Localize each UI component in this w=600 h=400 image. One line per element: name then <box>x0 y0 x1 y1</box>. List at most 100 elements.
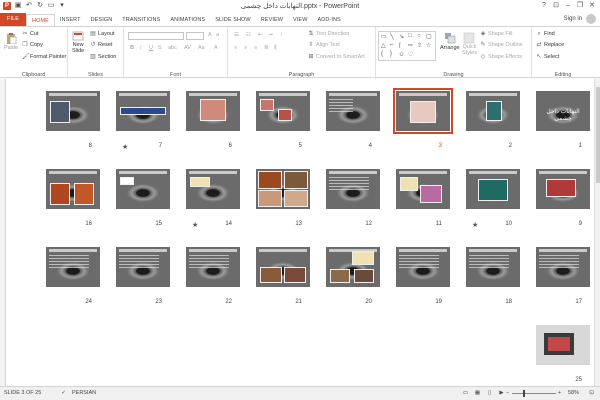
ribbon-display-icon[interactable]: ⊡ <box>550 0 562 11</box>
align-left-icon[interactable]: ≡ <box>234 45 237 51</box>
shape-star2-icon[interactable]: ✩ <box>399 51 404 58</box>
shape-arrow-icon[interactable]: ↘ <box>399 33 404 40</box>
avatar[interactable] <box>586 14 596 24</box>
align-center-icon[interactable]: ≡ <box>244 45 247 51</box>
slide-thumbnail-9[interactable] <box>536 169 590 209</box>
slide-thumbnail-4[interactable] <box>326 91 380 131</box>
slide-thumbnail-21[interactable] <box>256 247 310 287</box>
slide-thumbnail-23[interactable] <box>116 247 170 287</box>
reset-button[interactable]: ↺ Reset <box>90 42 112 48</box>
fit-to-window-icon[interactable]: ⊡ <box>588 390 595 397</box>
tab-insert[interactable]: INSERT <box>55 14 86 26</box>
slideshow-view-icon[interactable]: ▶ <box>498 390 505 397</box>
slide-thumbnail-8[interactable] <box>46 91 100 131</box>
slide-thumbnail-25[interactable] <box>536 325 590 365</box>
shape-bracket2-icon[interactable]: } <box>390 51 392 57</box>
reading-view-icon[interactable]: ▯ <box>486 390 493 397</box>
shape-square-icon[interactable]: ▢ <box>426 33 432 40</box>
justify-icon[interactable]: ≣ <box>264 45 269 51</box>
slide-thumbnail-3[interactable] <box>393 88 453 134</box>
shape-fill-button[interactable]: ◈ Shape Fill <box>480 31 513 37</box>
replace-button[interactable]: ⇄ Replace <box>536 42 564 48</box>
shape-rect-icon[interactable]: ▭ <box>381 33 387 40</box>
zoom-level[interactable]: 58% <box>568 390 579 396</box>
start-slideshow-icon[interactable]: ▭ <box>47 2 55 10</box>
section-button[interactable]: ▥ Section <box>90 54 116 60</box>
slide-thumbnail-1[interactable]: التهابات داخل چشمی <box>536 91 590 131</box>
copy-button[interactable]: ❐ Copy <box>22 42 43 48</box>
shrink-font-icon[interactable]: a <box>216 32 219 38</box>
shape-triangle-icon[interactable]: △ <box>381 42 386 49</box>
slide-thumbnail-16[interactable] <box>46 169 100 209</box>
help-icon[interactable]: ? <box>538 0 550 11</box>
quick-styles-button[interactable]: Quick Styles <box>462 32 477 56</box>
change-case-icon[interactable]: Aa <box>198 45 205 51</box>
font-color-icon[interactable]: A <box>214 45 218 51</box>
underline-icon[interactable]: U <box>149 45 153 51</box>
tab-home[interactable]: HOME <box>26 14 55 26</box>
font-size-select[interactable] <box>186 32 204 40</box>
find-button[interactable]: ⌕ Find <box>536 31 554 37</box>
spell-check-icon[interactable]: ✓ <box>60 390 67 397</box>
tab-file[interactable]: FILE <box>0 13 27 26</box>
shape-line-icon[interactable]: ╲ <box>390 33 394 40</box>
slide-thumbnail-6[interactable] <box>186 91 240 131</box>
slide-thumbnail-11[interactable] <box>396 169 450 209</box>
save-icon[interactable]: ▣ <box>14 2 22 10</box>
align-right-icon[interactable]: ≡ <box>254 45 257 51</box>
line-spacing-icon[interactable]: ↕ <box>280 32 283 38</box>
arrange-button[interactable]: Arrange <box>440 32 460 51</box>
undo-icon[interactable]: ↶ <box>25 2 33 10</box>
normal-view-icon[interactable]: ▭ <box>462 390 469 397</box>
slide-thumbnail-5[interactable] <box>256 91 310 131</box>
font-name-select[interactable] <box>128 32 184 40</box>
cut-button[interactable]: ✂ Cut <box>22 31 38 37</box>
tab-review[interactable]: REVIEW <box>256 14 288 26</box>
select-button[interactable]: ↖ Select <box>536 54 559 60</box>
shapes-gallery[interactable]: ▭ ╲ ↘ □ ○ ▢ △ ⌐ ⌈ ⇨ ⇧ ☆ { } ✩ ♡ <box>378 31 436 61</box>
slide-thumbnail-7[interactable] <box>116 91 170 131</box>
shape-uarrow-icon[interactable]: ⇧ <box>417 42 422 49</box>
text-direction-button[interactable]: ⇅ Text Direction <box>308 31 349 37</box>
shape-angle-icon[interactable]: ⌐ <box>390 42 394 48</box>
char-spacing-icon[interactable]: AV <box>184 45 191 51</box>
language-indicator[interactable]: PERSIAN <box>72 390 96 396</box>
shape-bracket-icon[interactable]: ⌈ <box>399 42 401 49</box>
new-slide-button[interactable]: New Slide <box>72 30 84 54</box>
scrollbar-thumb[interactable] <box>596 87 600 183</box>
zoom-slider[interactable] <box>512 393 556 394</box>
bullets-icon[interactable]: ☰ <box>234 32 239 38</box>
zoom-out-icon[interactable]: − <box>506 390 509 396</box>
close-icon[interactable]: ✕ <box>586 0 598 11</box>
shape-heart-icon[interactable]: ♡ <box>408 51 413 58</box>
shape-rarrow-icon[interactable]: ⇨ <box>408 42 413 49</box>
sign-in-link[interactable]: Sign in <box>564 16 582 22</box>
shape-effects-button[interactable]: ◇ Shape Effects <box>480 54 522 60</box>
shape-brace-icon[interactable]: { <box>381 51 383 57</box>
tab-transitions[interactable]: TRANSITIONS <box>117 14 165 26</box>
columns-icon[interactable]: ⫼ <box>274 45 277 52</box>
slide-thumbnail-15[interactable] <box>116 169 170 209</box>
zoom-slider-thumb[interactable] <box>522 390 525 397</box>
tab-view[interactable]: VIEW <box>288 14 312 26</box>
bold-icon[interactable]: B <box>130 45 134 51</box>
shape-outline-button[interactable]: ✎ Shape Outline <box>480 42 522 48</box>
slide-thumbnail-2[interactable] <box>466 91 520 131</box>
tab-add-ins[interactable]: ADD-INS <box>313 14 346 26</box>
shape-circle-icon[interactable]: ○ <box>417 33 421 39</box>
zoom-in-icon[interactable]: + <box>558 390 561 396</box>
tab-design[interactable]: DESIGN <box>86 14 118 26</box>
slide-thumbnail-14[interactable] <box>186 169 240 209</box>
slide-thumbnail-20[interactable] <box>326 247 380 287</box>
grow-font-icon[interactable]: A <box>208 32 212 38</box>
minimize-icon[interactable]: – <box>562 0 574 11</box>
decrease-indent-icon[interactable]: ⇤ <box>258 32 263 38</box>
slide-sorter-view-icon[interactable]: ▦ <box>474 390 481 397</box>
shape-star-icon[interactable]: ☆ <box>426 42 431 49</box>
increase-indent-icon[interactable]: ⇥ <box>268 32 273 38</box>
slide-thumbnail-13[interactable] <box>256 169 310 209</box>
slide-thumbnail-22[interactable] <box>186 247 240 287</box>
italic-icon[interactable]: I <box>140 45 142 51</box>
slide-thumbnail-17[interactable] <box>536 247 590 287</box>
slide-thumbnail-18[interactable] <box>466 247 520 287</box>
